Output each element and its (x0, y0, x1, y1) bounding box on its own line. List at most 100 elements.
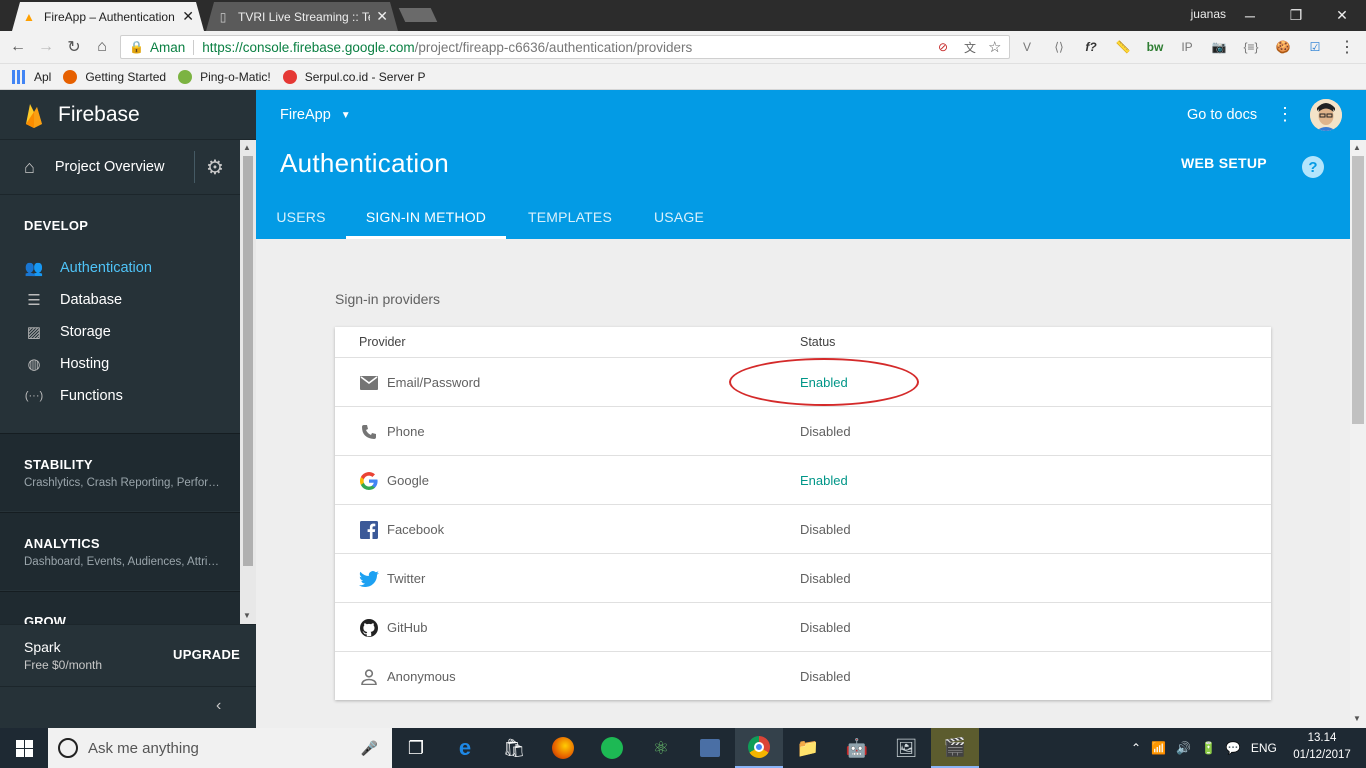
chevron-left-icon[interactable]: ‹ (216, 697, 221, 715)
microphone-icon[interactable]: 🎤 (361, 740, 378, 757)
url-text: https://console.firebase.google.com/proj… (202, 39, 693, 55)
grow-section[interactable]: GROW (0, 591, 240, 624)
help-icon[interactable]: ? (1302, 156, 1324, 178)
tab-templates[interactable]: TEMPLATES (506, 202, 634, 239)
extension-icon[interactable]: 📷 (1210, 38, 1228, 56)
windows-logo-icon (15, 739, 33, 757)
language-indicator[interactable]: ENG (1251, 741, 1277, 755)
analytics-section[interactable] (0, 512, 240, 590)
clock[interactable]: 13.14 01/12/2017 (1290, 730, 1354, 764)
close-window-icon[interactable]: ✕ (1319, 0, 1365, 31)
table-row[interactable]: Google Enabled (335, 455, 1271, 504)
sidebar-item-hosting[interactable]: ◍ Hosting (0, 348, 240, 380)
extension-icon[interactable]: ⟨⟩ (1050, 38, 1068, 56)
app-selector[interactable]: FireApp ▼ (280, 107, 351, 123)
project-overview[interactable]: ⌂ Project Overview ⚙ (0, 141, 240, 193)
chrome-menu-icon[interactable]: ⋮ (1338, 38, 1356, 56)
stability-section[interactable] (0, 433, 240, 511)
minimize-icon[interactable]: ─ (1227, 0, 1273, 31)
forward-arrow-icon[interactable]: → (34, 36, 58, 58)
chevron-up-icon[interactable]: ⌃ (1131, 741, 1141, 755)
app-icon[interactable] (686, 728, 734, 768)
tab-usage[interactable]: USAGE (634, 202, 724, 239)
scroll-down-icon[interactable]: ▼ (243, 611, 251, 620)
windows-start-button[interactable] (0, 728, 48, 768)
extension-icon[interactable]: f? (1082, 38, 1100, 56)
spotify-icon[interactable] (588, 728, 636, 768)
go-to-docs-link[interactable]: Go to docs (1187, 107, 1257, 123)
battery-icon[interactable]: 🔋 (1201, 741, 1216, 755)
provider-status: Disabled (800, 571, 851, 586)
page-scroll-thumb[interactable] (1352, 156, 1364, 424)
table-row[interactable]: GitHub Disabled (335, 602, 1271, 651)
storage-icon: ▨ (26, 324, 42, 341)
scroll-up-icon[interactable]: ▲ (243, 143, 251, 152)
bookmark-ping-o-matic[interactable]: Ping-o-Matic! (178, 69, 271, 84)
extension-icon[interactable]: V (1018, 38, 1036, 56)
task-view-icon[interactable]: ❐ (392, 728, 440, 768)
translate-icon[interactable]: 文 (964, 39, 976, 56)
bookmark-label: Serpul.co.id - Server P (304, 69, 426, 84)
more-vert-icon[interactable]: ⋮ (1276, 104, 1294, 125)
atom-icon[interactable]: ⚛ (637, 728, 685, 768)
blocked-icon[interactable]: ⊘ (938, 40, 948, 54)
sidebar-item-authentication[interactable]: 👥 Authentication (0, 252, 240, 284)
address-bar[interactable]: 🔒 Aman https://console.firebase.google.c… (120, 35, 1010, 59)
extension-icon[interactable]: 📏 (1114, 38, 1132, 56)
tab-sign-in-method[interactable]: SIGN-IN METHOD (346, 202, 506, 239)
avatar[interactable] (1310, 99, 1342, 131)
bookmark-apps[interactable]: Apl (12, 69, 51, 84)
extension-icon[interactable]: 🍪 (1274, 38, 1292, 56)
volume-icon[interactable]: 🔊 (1176, 741, 1191, 755)
app-icon[interactable]: 🖼 (882, 728, 930, 768)
new-tab-button[interactable] (398, 8, 438, 22)
web-setup-button[interactable]: WEB SETUP (1181, 155, 1267, 171)
close-tab-icon[interactable]: ✕ (376, 8, 388, 25)
extension-icon[interactable]: IP (1178, 38, 1196, 56)
store-icon[interactable]: 🛍 (490, 728, 538, 768)
android-studio-icon[interactable]: 🤖 (833, 728, 881, 768)
profile-name[interactable]: juanas (1191, 7, 1226, 21)
back-arrow-icon[interactable]: ← (6, 36, 30, 58)
home-icon[interactable]: ⌂ (90, 36, 114, 58)
sidebar-item-storage[interactable]: ▨ Storage (0, 316, 240, 348)
bookmark-label: Getting Started (85, 69, 167, 84)
close-tab-icon[interactable]: ✕ (182, 8, 194, 25)
scroll-down-icon[interactable]: ▼ (1353, 714, 1361, 723)
firebase-favicon-icon: ▲ (23, 9, 35, 24)
wifi-icon[interactable]: 📶 (1151, 741, 1166, 755)
extension-icon[interactable]: bw (1146, 38, 1164, 56)
page-favicon-icon: ▯ (219, 9, 227, 24)
file-explorer-icon[interactable]: 📁 (784, 728, 832, 768)
chrome-icon[interactable] (735, 728, 783, 768)
table-row[interactable]: Twitter Disabled (335, 553, 1271, 602)
upgrade-button[interactable]: UPGRADE (173, 647, 240, 662)
extension-icon[interactable]: {≡} (1242, 38, 1260, 56)
sidebar-scroll-thumb[interactable] (243, 156, 253, 566)
sidebar-item-database[interactable]: ☰ Database (0, 284, 240, 316)
cortana-search[interactable]: Ask me anything 🎤 (48, 728, 392, 768)
avatar-face-icon (1310, 99, 1342, 131)
table-row[interactable]: Facebook Disabled (335, 504, 1271, 553)
notification-icon[interactable]: 💬 (1226, 741, 1241, 755)
film-app-icon[interactable]: 🎬 (931, 728, 979, 768)
browser-tab-active[interactable]: ▲ FireApp – Authentication ✕ (12, 2, 204, 31)
tab-users[interactable]: USERS (256, 202, 346, 239)
gear-icon[interactable]: ⚙ (206, 155, 224, 180)
firebase-flame-icon (26, 103, 42, 128)
sidebar-item-functions[interactable]: (···) Functions (0, 380, 240, 412)
edge-icon[interactable]: e (441, 728, 489, 768)
reload-icon[interactable]: ↻ (62, 36, 86, 58)
firefox-icon[interactable] (539, 728, 587, 768)
bookmark-star-icon[interactable]: ☆ (988, 38, 1001, 56)
firebase-brand[interactable]: Firebase (0, 90, 256, 140)
table-row[interactable]: Phone Disabled (335, 406, 1271, 455)
extension-icon[interactable]: ☑ (1306, 38, 1324, 56)
scroll-up-icon[interactable]: ▲ (1353, 143, 1361, 152)
bookmark-getting-started[interactable]: Getting Started (63, 69, 167, 84)
browser-tab[interactable]: ▯ TVRI Live Streaming :: Tel ✕ (206, 2, 398, 31)
provider-status: Disabled (800, 522, 851, 537)
bookmark-serpul[interactable]: Serpul.co.id - Server P (282, 69, 426, 84)
restore-icon[interactable]: ❐ (1273, 0, 1319, 31)
table-row[interactable]: Anonymous Disabled (335, 651, 1271, 700)
